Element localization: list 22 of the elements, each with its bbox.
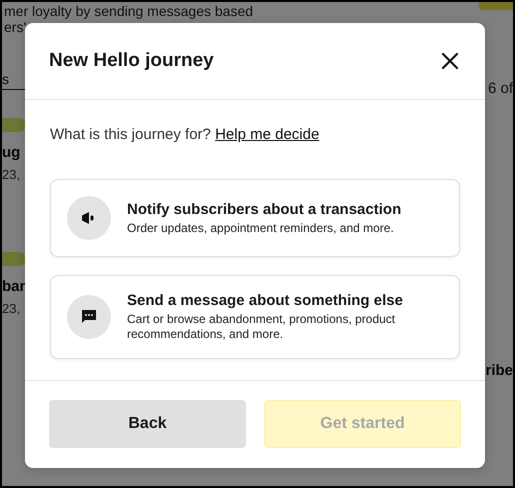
intro-text: ers'	[3, 19, 26, 35]
close-button[interactable]	[439, 50, 461, 72]
option-title: Send a message about something else	[127, 292, 404, 309]
option-title: Notify subscribers about a transaction	[127, 200, 402, 218]
question-text: What is this journey for? Help me decide	[50, 126, 320, 143]
card-title: ribe	[485, 362, 513, 379]
card-title: ug	[2, 144, 22, 161]
intro-text: mer loyalty by sending messages based	[3, 3, 254, 19]
option-card[interactable]: Send a message about something else Cart or browse abandonment, promotions, product recommendations, and more.	[50, 275, 460, 359]
option-card[interactable]: Notify subscribers about a transaction Order updates, appointment reminders, and more.	[50, 179, 460, 257]
status-tag	[2, 118, 26, 132]
option-description: Order updates, appointment reminders, and more.	[127, 220, 395, 236]
chat-icon	[81, 309, 97, 325]
help-link[interactable]: Help me decide	[215, 126, 320, 143]
result-count: 6 of	[488, 78, 513, 98]
back-button[interactable]: Back	[49, 400, 246, 448]
close-icon	[439, 50, 461, 72]
status-tag	[2, 252, 26, 266]
dialog-title: New Hello journey	[49, 50, 214, 72]
option-description: Cart or browse abandonment, promotions, product recommendations, and more.	[127, 312, 396, 342]
card-date: 23,	[2, 167, 22, 182]
card-date: 23,	[2, 301, 22, 316]
